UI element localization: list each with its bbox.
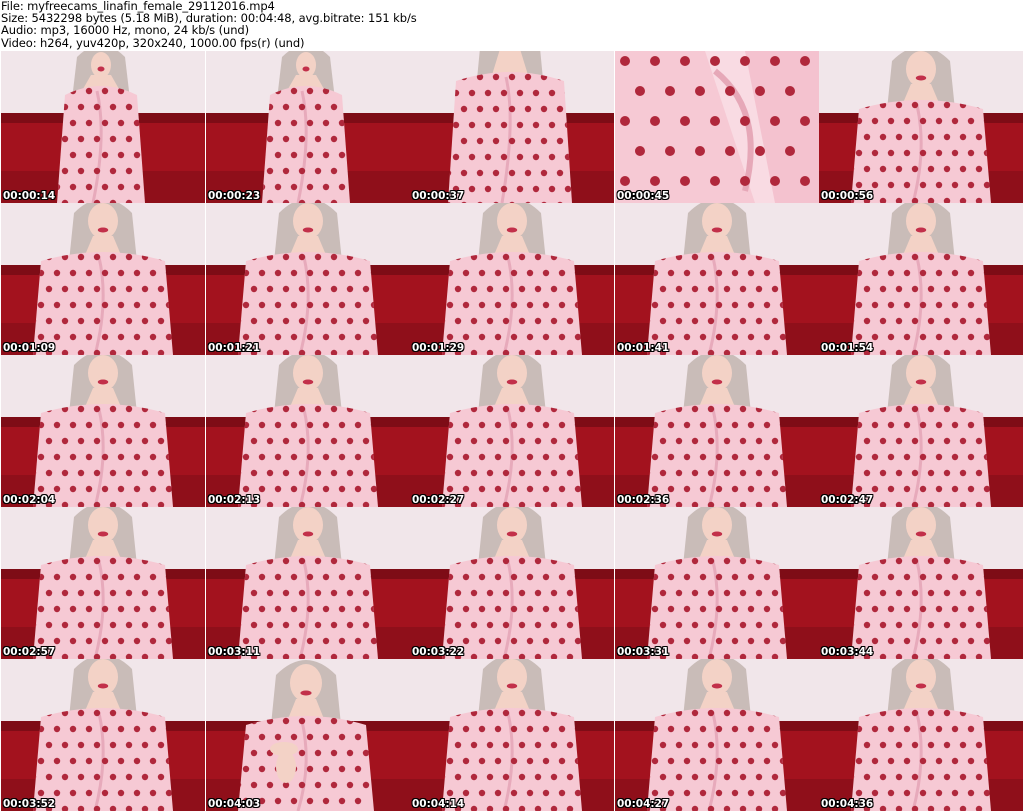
thumbnail-image xyxy=(206,203,410,355)
video-info-line: Video: h264, yuv420p, 320x240, 1000.00 f… xyxy=(1,35,305,50)
thumbnail-frame: 00:04:14 xyxy=(410,659,614,811)
thumbnail-frame: 00:01:29 xyxy=(410,203,614,355)
thumbnail-timestamp: 00:00:14 xyxy=(3,190,56,202)
thumbnail-image xyxy=(615,659,819,811)
thumbnail-image xyxy=(819,203,1023,355)
thumbnail-frame: 00:02:36 xyxy=(615,355,819,507)
thumbnail-timestamp: 00:00:56 xyxy=(821,190,874,202)
thumbnail-frame: 00:00:14 xyxy=(1,51,205,203)
thumbnail-frame: 00:03:44 xyxy=(819,507,1023,659)
thumbnail-frame: 00:02:57 xyxy=(1,507,205,659)
thumbnail-frame: 00:01:54 xyxy=(819,203,1023,355)
thumbnail-frame: 00:03:11 xyxy=(206,507,410,659)
thumbnail-timestamp: 00:01:54 xyxy=(821,342,874,354)
thumbnail-frame: 00:03:52 xyxy=(1,659,205,811)
thumbnail-frame: 00:01:09 xyxy=(1,203,205,355)
thumbnail-image xyxy=(819,51,1023,203)
thumbnail-frame: 00:01:41 xyxy=(615,203,819,355)
thumbnail-timestamp: 00:00:37 xyxy=(412,190,465,202)
thumbnail-grid: 00:00:14 00:00:23 00:00:37 00:00:45 00:00:56… xyxy=(1,51,1023,811)
thumbnail-timestamp: 00:04:03 xyxy=(208,798,261,810)
thumbnail-frame: 00:02:47 xyxy=(819,355,1023,507)
thumbnail-timestamp: 00:01:29 xyxy=(412,342,465,354)
thumbnail-image xyxy=(1,507,205,659)
audio-info-line: Audio: mp3, 16000 Hz, mono, 24 kb/s (und… xyxy=(1,23,249,38)
thumbnail-timestamp: 00:01:21 xyxy=(208,342,261,354)
thumbnail-frame: 00:04:03 xyxy=(206,659,410,811)
thumbnail-image xyxy=(410,507,614,659)
thumbnail-timestamp: 00:04:14 xyxy=(412,798,465,810)
thumbnail-timestamp: 00:04:36 xyxy=(821,798,874,810)
thumbnail-frame: 00:04:36 xyxy=(819,659,1023,811)
thumbnail-image xyxy=(819,659,1023,811)
thumbnail-timestamp: 00:03:31 xyxy=(617,646,670,658)
thumbnail-image xyxy=(410,203,614,355)
thumbnail-image xyxy=(1,355,205,507)
thumbnail-image xyxy=(615,203,819,355)
thumbnail-timestamp: 00:03:52 xyxy=(3,798,56,810)
thumbnail-timestamp: 00:00:45 xyxy=(617,190,670,202)
thumbnail-timestamp: 00:02:04 xyxy=(3,494,56,506)
thumbnail-frame: 00:04:27 xyxy=(615,659,819,811)
file-info-header: File: myfreecams_linafin_female_29112016… xyxy=(0,0,1024,51)
thumbnail-image xyxy=(410,659,614,811)
thumbnail-image xyxy=(1,203,205,355)
thumbnail-timestamp: 00:02:36 xyxy=(617,494,670,506)
thumbnail-frame: 00:00:23 xyxy=(206,51,410,203)
thumbnail-timestamp: 00:03:22 xyxy=(412,646,465,658)
thumbnail-timestamp: 00:04:27 xyxy=(617,798,670,810)
thumbnail-timestamp: 00:03:44 xyxy=(821,646,874,658)
thumbnail-image xyxy=(819,355,1023,507)
thumbnail-timestamp: 00:00:23 xyxy=(208,190,261,202)
thumbnail-timestamp: 00:01:41 xyxy=(617,342,670,354)
thumbnail-frame: 00:01:21 xyxy=(206,203,410,355)
thumbnail-image xyxy=(615,51,819,203)
thumbnail-frame: 00:03:31 xyxy=(615,507,819,659)
thumbnail-image xyxy=(206,659,410,811)
thumbnail-timestamp: 00:02:57 xyxy=(3,646,56,658)
thumbnail-timestamp: 00:02:47 xyxy=(821,494,874,506)
thumbnail-frame: 00:00:37 xyxy=(410,51,614,203)
thumbnail-image xyxy=(1,51,205,203)
thumbnail-image xyxy=(1,659,205,811)
thumbnail-image xyxy=(206,51,410,203)
thumbnail-timestamp: 00:01:09 xyxy=(3,342,56,354)
thumbnail-frame: 00:03:22 xyxy=(410,507,614,659)
thumbnail-image xyxy=(206,355,410,507)
thumbnail-image xyxy=(206,507,410,659)
thumbnail-frame: 00:02:27 xyxy=(410,355,614,507)
thumbnail-image xyxy=(410,51,614,203)
thumbnail-frame: 00:02:04 xyxy=(1,355,205,507)
thumbnail-frame: 00:00:56 xyxy=(819,51,1023,203)
thumbnail-image xyxy=(819,507,1023,659)
thumbnail-timestamp: 00:02:27 xyxy=(412,494,465,506)
thumbnail-frame: 00:00:45 xyxy=(615,51,819,203)
thumbnail-image xyxy=(615,507,819,659)
thumbnail-frame: 00:02:13 xyxy=(206,355,410,507)
thumbnail-timestamp: 00:02:13 xyxy=(208,494,261,506)
thumbnail-timestamp: 00:03:11 xyxy=(208,646,261,658)
thumbnail-image xyxy=(615,355,819,507)
thumbnail-image xyxy=(410,355,614,507)
